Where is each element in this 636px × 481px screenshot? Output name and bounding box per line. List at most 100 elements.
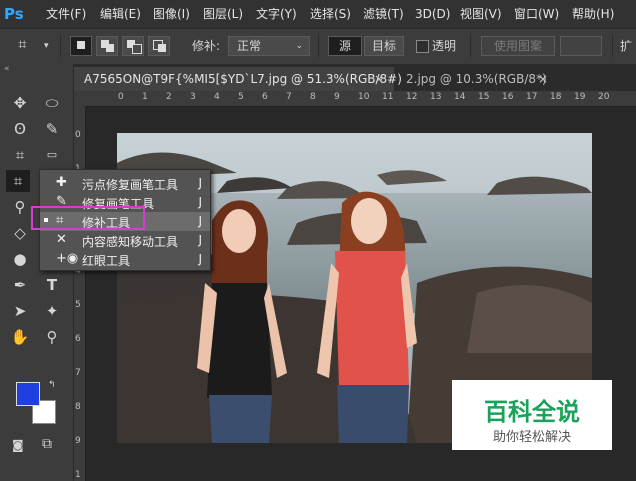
ruler-tick-label: 9 (334, 92, 340, 102)
vertical-ruler[interactable]: 01234567891 (74, 106, 86, 481)
ruler-tick-label: 3 (190, 92, 196, 102)
chevron-down-icon: ⌄ (295, 41, 303, 51)
red-eye-icon: +◉ (56, 251, 79, 266)
ruler-tick-label: 19 (574, 92, 586, 102)
patch-tool-icon[interactable]: ⌗ (6, 170, 30, 192)
transparent-label: 透明 (432, 39, 457, 53)
menu-view[interactable]: 视图(V) (460, 5, 502, 23)
lasso-tool-icon[interactable]: ʘ (8, 118, 32, 140)
watermark-logo: 百科全说 助你轻松解决 (452, 380, 612, 450)
marquee-tool-icon[interactable]: ⬭ (40, 92, 64, 114)
ruler-tool-icon[interactable]: ▭ (40, 144, 64, 166)
flyout-item-red-eye[interactable]: +◉ 红眼工具 J (40, 250, 210, 269)
ruler-tick-label: 1 (75, 470, 81, 480)
menu-type[interactable]: 文字(Y) (256, 5, 297, 23)
foreground-color-overlay (16, 382, 40, 406)
ruler-tick-label: 15 (478, 92, 490, 102)
ruler-tick-label: 2 (166, 92, 172, 102)
watermark-subtitle: 助你轻松解决 (492, 430, 571, 445)
type-tool-icon[interactable]: T (40, 274, 64, 296)
ruler-tick-label: 11 (382, 92, 394, 102)
ruler-tick-label: 20 (598, 92, 610, 102)
patch-tool-highlight-box (31, 206, 145, 230)
preset-chevron-icon[interactable]: ▾ (44, 37, 49, 55)
menu-3d[interactable]: 3D(D) (415, 5, 450, 23)
blur-tool-icon[interactable]: ● (8, 248, 32, 270)
ruler-tick-label: 18 (550, 92, 562, 102)
quick-selection-tool-icon[interactable]: ✎ (40, 118, 64, 140)
target-button[interactable]: 目标 (364, 36, 404, 56)
patch-tool-preset-icon[interactable]: ⌗ (18, 35, 26, 53)
collapse-panel-icon[interactable]: « (4, 64, 10, 74)
use-pattern-button[interactable]: 使用图案 (481, 36, 555, 56)
ruler-tick-label: 16 (502, 92, 514, 102)
source-button[interactable]: 源 (328, 36, 362, 56)
tab-document-2[interactable]: 2.jpg @ 10.3%(RGB/8*) × (396, 67, 556, 91)
patch-label: 修补: (192, 39, 221, 53)
ruler-tick-label: 14 (454, 92, 466, 102)
close-icon[interactable]: × (538, 67, 548, 91)
swap-colors-icon[interactable]: ↰ (48, 380, 56, 390)
ruler-tick-label: 6 (262, 92, 268, 102)
spot-healing-brush-icon: ✚ (56, 175, 67, 190)
menu-image[interactable]: 图像(I) (153, 5, 190, 23)
add-selection-button[interactable] (96, 36, 118, 56)
watermark-title: 百科全说 (484, 398, 580, 426)
options-bar: ⌗ ▾ 修补: 正常 ⌄ 源 目标 透明 使用图案 扩 (0, 28, 636, 66)
flyout-item-content-aware-move[interactable]: ✕ 内容感知移动工具 J (40, 231, 210, 250)
move-tool-icon[interactable]: ✥ (8, 92, 32, 114)
menu-window[interactable]: 窗口(W) (514, 5, 559, 23)
crop-tool-icon[interactable]: ⌗ (8, 144, 32, 166)
close-icon[interactable]: × (374, 67, 384, 91)
transparent-checkbox[interactable] (416, 40, 429, 53)
menu-filter[interactable]: 滤镜(T) (363, 5, 404, 23)
hand-tool-icon[interactable]: ✋ (8, 326, 32, 348)
ruler-tick-label: 5 (238, 92, 244, 102)
ruler-tick-label: 12 (406, 92, 418, 102)
custom-shape-tool-icon[interactable]: ✦ (40, 300, 64, 322)
zoom-tool-icon[interactable]: ⚲ (40, 326, 64, 348)
tab-title: A7565ON@T9F{%MI5[$YD`L7.jpg @ 51.3%(RGB/… (84, 72, 402, 86)
ruler-tick-label: 10 (358, 92, 370, 102)
menu-help[interactable]: 帮助(H) (572, 5, 614, 23)
document-tabs: A7565ON@T9F{%MI5[$YD`L7.jpg @ 51.3%(RGB/… (74, 64, 636, 91)
ruler-tick-label: 0 (118, 92, 124, 102)
photoshop-logo: Ps (4, 5, 24, 23)
horizontal-ruler[interactable]: 0 1 2 3 4 5 6 7 8 9 10 11 12 13 14 15 16 17 18 19 20 (85, 91, 636, 107)
ruler-tick-label: 5 (75, 300, 81, 310)
ruler-tick-label: 7 (286, 92, 292, 102)
pattern-picker[interactable] (560, 36, 602, 56)
pen-tool-icon[interactable]: ✒ (8, 274, 32, 296)
patch-mode-value: 正常 (237, 39, 262, 53)
ruler-tick-label: 8 (310, 92, 316, 102)
subtract-selection-button[interactable] (122, 36, 144, 56)
menu-bar: Ps 文件(F) 编辑(E) 图像(I) 图层(L) 文字(Y) 选择(S) 滤… (0, 0, 636, 28)
ruler-tick-label: 17 (526, 92, 538, 102)
ruler-tick-label: 13 (430, 92, 442, 102)
tools-panel: « ✥ ⬭ ʘ ✎ ⌗ ▭ ⌗ ⚲ ◇ ● ✒ T ➤ ✦ ✋ ⚲ ↰ ◙ ⧉ (0, 64, 74, 481)
stamp-tool-icon[interactable]: ⚲ (8, 196, 32, 218)
menu-edit[interactable]: 编辑(E) (100, 5, 141, 23)
ruler-tick-label: 0 (75, 130, 81, 140)
flyout-item-spot-healing-brush[interactable]: ✚ 污点修复画笔工具 J (40, 174, 210, 193)
path-selection-tool-icon[interactable]: ➤ (8, 300, 32, 322)
ruler-corner (74, 91, 85, 106)
ruler-tick-label: 8 (75, 402, 81, 412)
new-selection-button[interactable] (70, 36, 92, 56)
ruler-tick-label: 1 (142, 92, 148, 102)
intersect-selection-button[interactable] (148, 36, 170, 56)
menu-select[interactable]: 选择(S) (310, 5, 351, 23)
ruler-tick-label: 9 (75, 436, 81, 446)
menu-file[interactable]: 文件(F) (46, 5, 86, 23)
ruler-tick-label: 6 (75, 334, 81, 344)
screen-mode-icon[interactable]: ⧉ (42, 436, 52, 452)
content-aware-move-icon: ✕ (56, 232, 67, 247)
ruler-tick-label: 7 (75, 368, 81, 378)
eraser-tool-icon[interactable]: ◇ (8, 222, 32, 244)
quick-mask-icon[interactable]: ◙ (12, 438, 24, 452)
tab-title: 2.jpg @ 10.3%(RGB/8*) (406, 72, 547, 86)
patch-mode-select[interactable]: 正常 ⌄ (228, 36, 310, 56)
menu-layer[interactable]: 图层(L) (203, 5, 243, 23)
tab-document-1[interactable]: A7565ON@T9F{%MI5[$YD`L7.jpg @ 51.3%(RGB/… (74, 67, 402, 91)
diffuse-label: 扩 (620, 39, 633, 53)
